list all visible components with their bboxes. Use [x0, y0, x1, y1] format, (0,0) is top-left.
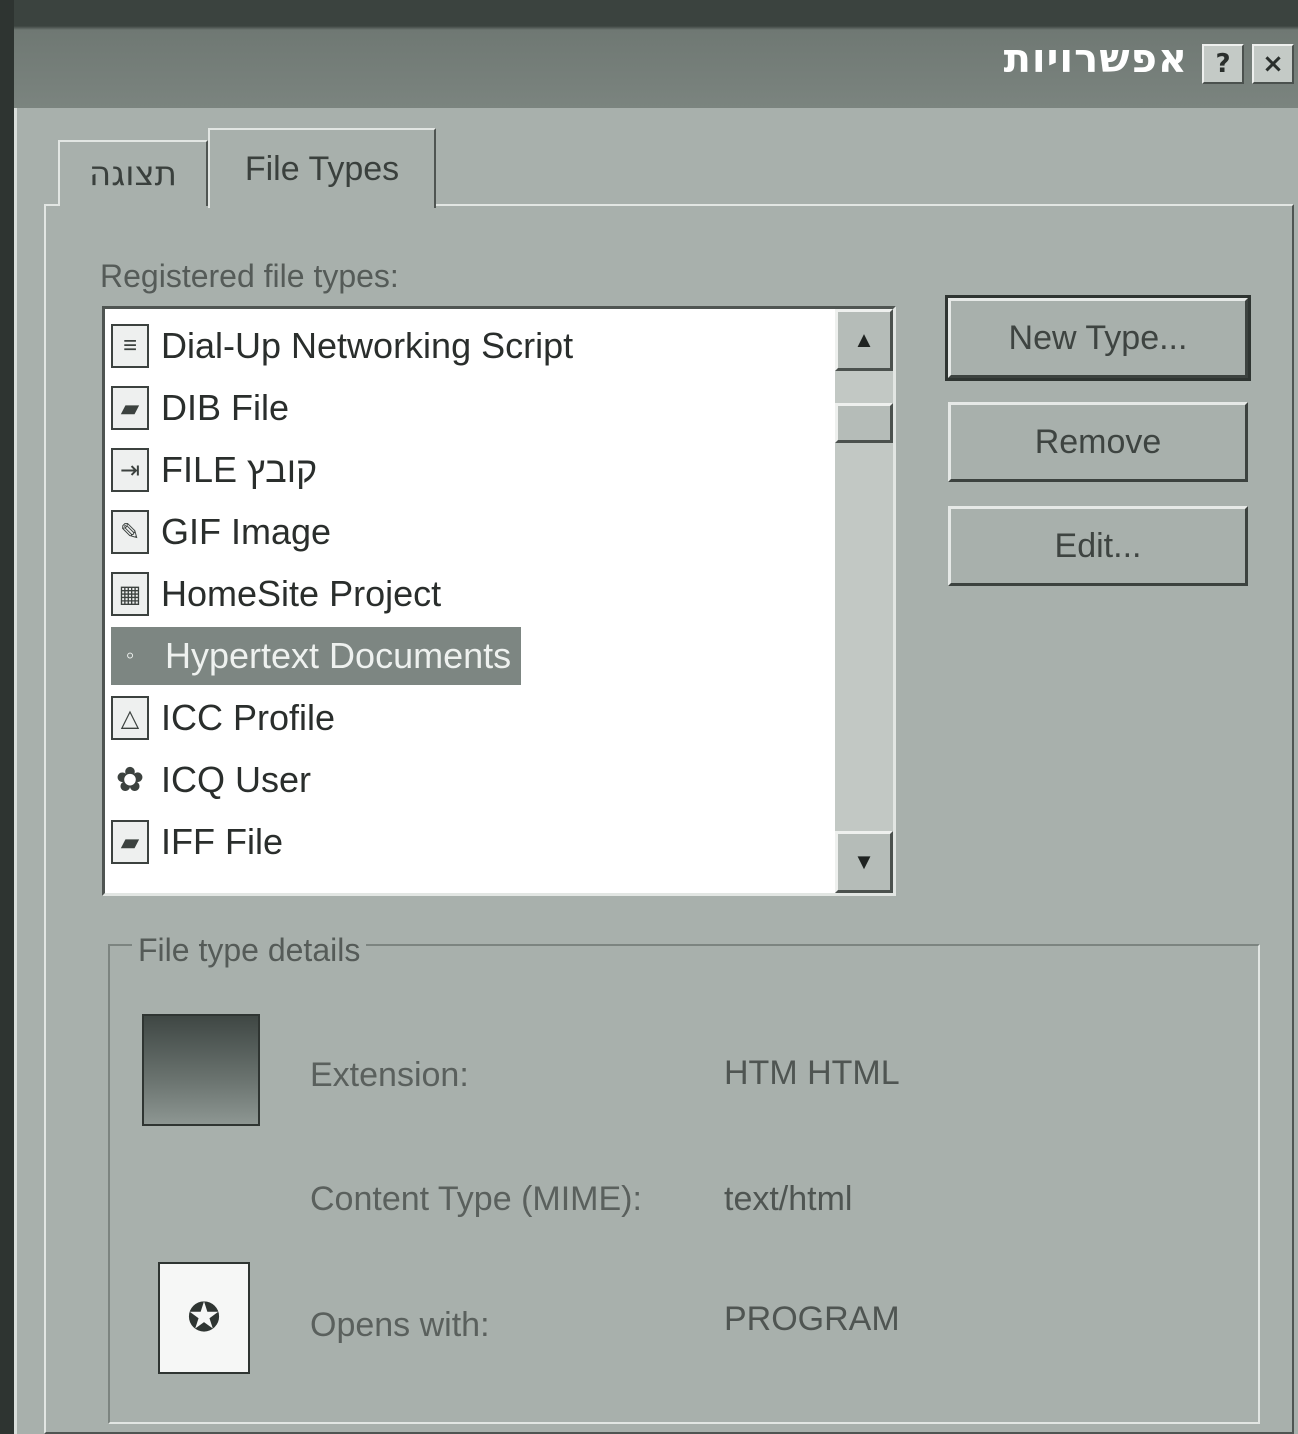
list-item[interactable]: ≡ Dial-Up Networking Script: [111, 317, 573, 375]
list-item-label: DIB File: [161, 387, 290, 428]
content-type-label: Content Type (MIME):: [310, 1180, 642, 1218]
generic-file-icon: ⇥: [111, 448, 149, 492]
list-item-label: Hypertext Documents: [161, 635, 522, 677]
scroll-up-button[interactable]: ▲: [835, 309, 893, 371]
script-file-icon: ≡: [111, 324, 149, 368]
image-file-icon: ▰: [111, 820, 149, 864]
tab-file-types[interactable]: File Types: [208, 128, 436, 208]
window-title: אפשרויות: [1003, 36, 1188, 82]
close-button[interactable]: ×: [1252, 44, 1294, 84]
list-item[interactable]: ▦ HomeSite Project: [111, 565, 441, 623]
program-document-icon: ✪: [158, 1262, 250, 1374]
registered-file-types-list[interactable]: ≡ Dial-Up Networking Script ▰ DIB File ⇥…: [102, 306, 896, 896]
arrow-up-icon: ▲: [853, 327, 875, 352]
extension-value: HTM HTML: [724, 1054, 900, 1092]
file-type-details-group: [108, 944, 1260, 1424]
list-item-label: ICQ User: [161, 759, 312, 800]
content-type-value: text/html: [724, 1180, 853, 1218]
list-item-label: FILE קובץ: [161, 449, 318, 490]
title-bar[interactable]: אפשרויות ? ×: [14, 0, 1298, 108]
opens-with-value: PROGRAM: [724, 1300, 900, 1338]
list-item[interactable]: ▰ IFF File: [111, 813, 283, 871]
opens-with-label: Opens with:: [310, 1306, 490, 1344]
icc-profile-icon: △: [111, 696, 149, 740]
scroll-thumb[interactable]: [835, 403, 893, 443]
registered-file-types-label: Registered file types:: [100, 258, 399, 294]
file-type-details-title: File type details: [132, 932, 367, 969]
scroll-down-button[interactable]: ▼: [835, 831, 893, 893]
edit-button[interactable]: Edit...: [948, 506, 1248, 586]
list-item[interactable]: ▰ DIB File: [111, 379, 289, 437]
list-item-label: ICC Profile: [161, 697, 336, 738]
options-dialog: אפשרויות ? × תצוגה File Types Registered…: [14, 0, 1298, 1434]
new-type-button[interactable]: New Type...: [945, 295, 1251, 381]
html-document-large-icon: [142, 1014, 260, 1126]
image-file-icon: ▰: [111, 386, 149, 430]
arrow-down-icon: ▼: [853, 849, 875, 874]
list-item[interactable]: ✿ ICQ User: [111, 751, 311, 809]
html-document-icon: ◦: [125, 642, 135, 669]
list-item-label: IFF File: [161, 821, 283, 862]
list-item[interactable]: ⇥ FILE קובץ: [111, 441, 317, 499]
extension-label: Extension:: [310, 1056, 469, 1094]
remove-button[interactable]: Remove: [948, 402, 1248, 482]
list-scrollbar[interactable]: ▲ ▼: [835, 309, 893, 893]
help-button[interactable]: ?: [1202, 44, 1244, 84]
list-item-label: HomeSite Project: [161, 573, 442, 614]
list-item[interactable]: ✎ GIF Image: [111, 503, 331, 561]
tab-view[interactable]: תצוגה: [58, 140, 208, 206]
list-item-selected[interactable]: ◦ Hypertext Documents: [111, 627, 522, 685]
list-item-label: Dial-Up Networking Script: [161, 325, 574, 366]
list-item-label: GIF Image: [161, 511, 332, 552]
icq-flower-icon: ✿: [115, 761, 145, 799]
gif-image-icon: ✎: [111, 510, 149, 554]
list-item[interactable]: △ ICC Profile: [111, 689, 335, 747]
project-file-icon: ▦: [111, 572, 149, 616]
